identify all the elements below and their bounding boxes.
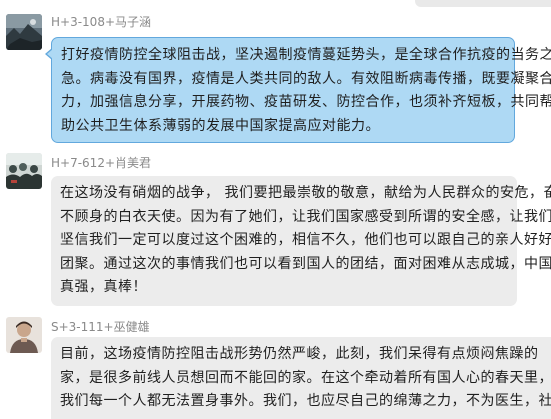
message-bubble[interactable]: 目前，这场疫情防控阻击战形势仍然严峻，此刻，我们呆得有点烦闷焦躁的 家，是很多前… (51, 337, 551, 419)
message-bubble[interactable]: 打好疫情防控全球阻击战，坚决遏制疫情蔓延势头，是全球合作抗疫的当务之 急。病毒没… (45, 37, 551, 143)
message-text-line: 坚信我们一定可以度过这个困难的，相信不久，他们也可以跟自己的亲人好好 (60, 232, 551, 249)
sender-name: H+3-108+马子涵 (51, 15, 152, 29)
avatar[interactable] (6, 14, 42, 50)
message-text-line: 力，加强信息分享，开展药物、疫苗研发、防控合作，也须补齐短板，共同帮 (61, 94, 551, 111)
message-text-line: 我们每一个人都无法置身事外。我们，也应尽自己的绵薄之力，不为医生，社 (60, 393, 551, 410)
message-text-line: 不顾身的白衣天使。因为有了她们，让我们国家感受到所谓的安全感，让我们 (60, 208, 551, 225)
avatar[interactable] (6, 317, 42, 353)
message-text-line: 急。病毒没有国界，疫情是人类共同的敌人。有效阻断病毒传播，既要凝聚合 (61, 70, 551, 87)
chat-message-list[interactable]: H+3-108+马子涵 打好疫情防控全球阻击战，坚决遏制疫情蔓延势头，是全球合作… (0, 0, 551, 419)
message-bubble[interactable]: 在这场没有硝烟的战争， 我们要把最崇敬的敬意，献给为人民群众的安危，奋 不顾身的… (51, 176, 551, 306)
sender-name: S+3-111+巫健雄 (51, 320, 150, 334)
message-text-line: 团聚。通过这次的事情我们也可以看到国人的团结，面对困难从志成城，中国 (60, 255, 551, 272)
message-text-line: 家，是很多前线人员想回而不能回的家。在这个牵动着所有国人心的春天里， (60, 369, 551, 386)
message-text-line: 在这场没有硝烟的战争， 我们要把最崇敬的敬意，献给为人民群众的安危，奋 (60, 185, 551, 201)
avatar[interactable] (6, 153, 42, 189)
message-text-line: 助公共卫生体系薄弱的发展中国家提高应对能力。 (61, 117, 380, 134)
previous-message-bubble-edge (415, 0, 551, 7)
message-text-line: 打好疫情防控全球阻击战，坚决遏制疫情蔓延势头，是全球合作抗疫的当务之 (61, 47, 551, 63)
message-text-line: 真强，真棒！ (60, 279, 147, 296)
message-text-line: 目前，这场疫情防控阻击战形势仍然严峻，此刻，我们呆得有点烦闷焦躁的 (60, 346, 539, 362)
sender-name: H+7-612+肖美君 (51, 156, 152, 170)
